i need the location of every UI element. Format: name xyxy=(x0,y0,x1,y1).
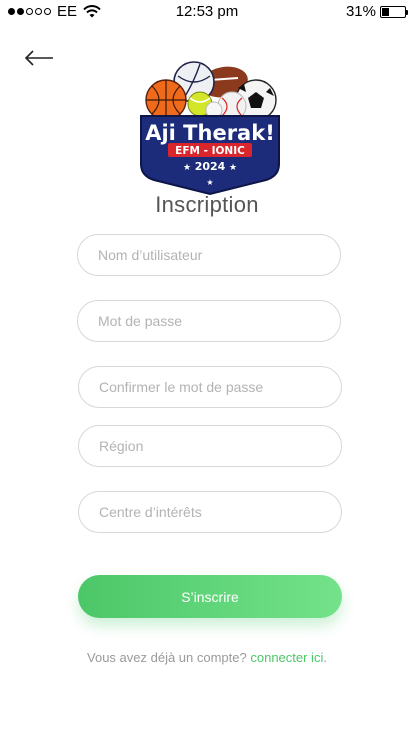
battery-level xyxy=(382,7,389,16)
sports-balls-icon xyxy=(145,61,277,121)
back-button[interactable] xyxy=(22,44,58,72)
logo-subtitle: EFM - IONIC xyxy=(175,145,245,157)
login-prompt: Vous avez déjà un compte? connecter ici. xyxy=(0,650,414,665)
login-prompt-text: Vous avez déjà un compte? xyxy=(87,650,251,665)
app-logo: Aji Therak! EFM - IONIC 2024 ★ ★ ★ xyxy=(140,61,280,196)
logo-title: Aji Therak! xyxy=(145,121,275,145)
status-bar: EE 12:53 pm 31% xyxy=(0,0,414,24)
battery-percent: 31% xyxy=(345,3,376,20)
star-icon: ★ xyxy=(229,162,237,172)
region-input[interactable] xyxy=(78,425,342,467)
status-bar-right: 31% xyxy=(345,3,408,20)
star-icon: ★ xyxy=(206,178,213,187)
confirm-password-input[interactable] xyxy=(78,366,342,408)
page-title: Inscription xyxy=(155,192,259,217)
arrow-left-icon xyxy=(24,50,53,66)
battery-icon xyxy=(380,5,408,18)
login-prompt-suffix: . xyxy=(323,650,327,665)
star-icon: ★ xyxy=(183,162,191,172)
username-input[interactable] xyxy=(77,234,341,276)
logo-year: 2024 xyxy=(195,160,226,173)
register-button[interactable]: S’inscrire xyxy=(78,575,342,618)
interests-input[interactable] xyxy=(78,491,342,533)
login-link[interactable]: connecter ici xyxy=(250,650,323,665)
password-input[interactable] xyxy=(77,300,341,342)
